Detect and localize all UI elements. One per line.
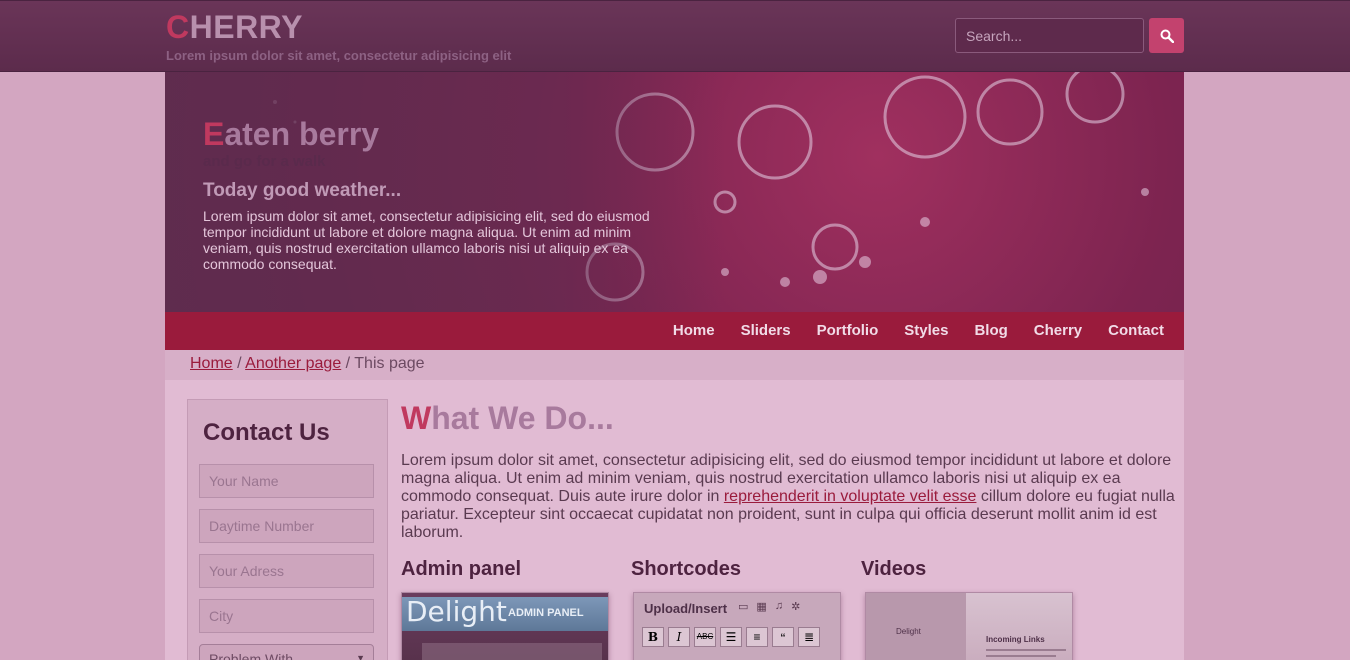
city-field[interactable]	[199, 599, 374, 633]
contact-form: Contact Us Problem With ▼	[187, 399, 388, 660]
article-link[interactable]: reprehenderit in voluptate velit esse	[724, 488, 977, 505]
bold-icon: B	[642, 627, 664, 647]
article-body: Lorem ipsum dolor sit amet, consectetur …	[401, 452, 1175, 541]
name-field[interactable]	[199, 464, 374, 498]
gear-icon: ✲	[791, 601, 801, 613]
strikethrough-icon: ABC	[694, 627, 716, 647]
feature-title-videos: Videos	[861, 558, 927, 580]
nav-sliders[interactable]: Sliders	[741, 322, 791, 339]
quote-icon: “	[772, 627, 794, 647]
nav-home[interactable]: Home	[673, 322, 715, 339]
problem-select[interactable]: Problem With ▼	[199, 644, 374, 660]
search-icon	[1160, 29, 1174, 43]
contact-title: Contact Us	[203, 419, 330, 446]
logo-text: HERRY	[189, 9, 303, 45]
phone-field[interactable]	[199, 509, 374, 543]
gallery-icon: ▦	[756, 601, 767, 613]
nav-contact[interactable]: Contact	[1108, 322, 1164, 339]
address-field[interactable]	[199, 554, 374, 588]
nav-portfolio[interactable]: Portfolio	[817, 322, 879, 339]
site-logo[interactable]: CHERRY	[166, 9, 303, 46]
videos-thumbnail[interactable]: Delight Incoming Links	[865, 592, 1073, 660]
admin-panel-thumbnail[interactable]: Delight ADMIN PANEL	[401, 592, 609, 660]
article-title: What We Do...	[401, 400, 614, 436]
breadcrumb: Home / Another page / This page	[165, 350, 1184, 380]
hero-title: Eaten berry	[203, 116, 380, 152]
italic-icon: I	[668, 627, 690, 647]
feature-title-admin: Admin panel	[401, 558, 522, 580]
breadcrumb-another-page[interactable]: Another page	[245, 355, 341, 372]
feature-title-shortcodes: Shortcodes	[631, 558, 742, 580]
hero-text: Lorem ipsum dolor sit amet, consectetur …	[203, 208, 650, 272]
site-header: CHERRY Lorem ipsum dolor sit amet, conse…	[0, 0, 1350, 72]
hero-banner: Eaten berry and go for a walk Today good…	[165, 72, 1184, 312]
shortcodes-thumbnail[interactable]: Upload/Insert ▭ ▦ ♫ ✲ B I ABC ☰ ≡ “ ≣	[633, 592, 841, 660]
nav-styles[interactable]: Styles	[904, 322, 948, 339]
thumb-logo-text: Delight	[406, 595, 507, 628]
music-icon: ♫	[774, 600, 784, 612]
search-button[interactable]	[1149, 18, 1184, 53]
chevron-down-icon: ▼	[356, 653, 365, 660]
hero-subtitle: and go for a walk	[203, 153, 326, 170]
logo-initial: C	[166, 9, 190, 45]
main-nav: Home Sliders Portfolio Styles Blog Cherr…	[165, 312, 1184, 350]
search-input[interactable]	[955, 18, 1144, 53]
nav-blog[interactable]: Blog	[974, 322, 1007, 339]
site-tagline: Lorem ipsum dolor sit amet, consectetur …	[166, 48, 512, 63]
breadcrumb-home[interactable]: Home	[190, 355, 233, 372]
content-area: Contact Us Problem With ▼ What We Do... …	[165, 380, 1184, 660]
nav-cherry[interactable]: Cherry	[1034, 322, 1082, 339]
numbered-list-icon: ≡	[746, 627, 768, 647]
align-icon: ≣	[798, 627, 820, 647]
hero-heading: Today good weather...	[203, 180, 402, 201]
image-icon: ▭	[738, 601, 749, 613]
breadcrumb-current: This page	[354, 355, 425, 372]
bullet-list-icon: ☰	[720, 627, 742, 647]
